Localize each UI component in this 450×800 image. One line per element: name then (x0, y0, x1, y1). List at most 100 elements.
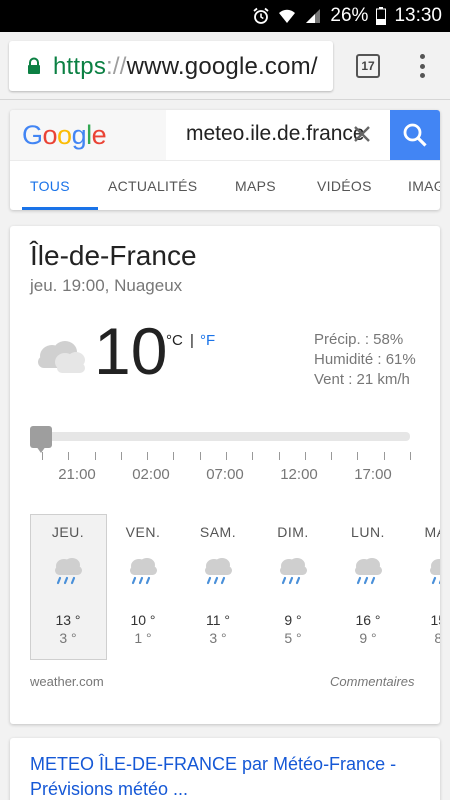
forecast-low: 3 ° (59, 630, 77, 646)
humidity: Humidité : 61% (314, 351, 416, 368)
rain-icon (426, 556, 440, 586)
forecast-low: 3 ° (209, 630, 227, 646)
active-tab-indicator (22, 207, 98, 210)
search-result-card: METEO ÎLE-DE-FRANCE par Météo-France - P… (10, 738, 440, 800)
timeline-tick (410, 452, 411, 460)
rain-icon (126, 556, 160, 586)
dot-icon (419, 73, 425, 78)
url-host: www.google.com/ (126, 53, 318, 80)
timeline-time-label: 02:00 (132, 466, 170, 483)
timeline-tick (278, 452, 280, 460)
weather-location: Île-de-France (30, 240, 197, 271)
forecast-high: 10 ° (130, 612, 156, 628)
tab-images[interactable]: IMAGES (408, 178, 440, 194)
rain-icon (201, 556, 235, 586)
rain-icon (51, 556, 85, 586)
forecast-low: 8 ° (434, 630, 440, 646)
search-icon (403, 123, 427, 147)
url-text: https://www.google.com/ (53, 53, 318, 81)
search-button[interactable] (390, 110, 440, 160)
url-separator: :// (106, 53, 127, 80)
search-query: meteo.ile.de.france (186, 122, 365, 145)
timeline-tick (331, 452, 333, 460)
clock: 13:30 (394, 5, 442, 26)
forecast-low: 1 ° (134, 630, 152, 646)
battery-icon (376, 7, 387, 25)
forecast-low: 5 ° (284, 630, 302, 646)
unit-separator: | (190, 332, 194, 349)
tab-count: 17 (361, 59, 375, 73)
tab-all[interactable]: TOUS (30, 178, 70, 194)
browser-toolbar: https://www.google.com/ 17 (0, 32, 450, 100)
forecast-day-name: DIM. (277, 524, 309, 540)
url-scheme: https (53, 53, 107, 80)
logo-letter: g (71, 120, 87, 150)
result-title-link[interactable]: METEO ÎLE-DE-FRANCE par Météo-France - P… (30, 752, 430, 800)
lock-icon (28, 57, 40, 74)
timeline-tick (120, 452, 122, 460)
status-icons: 26% 13:30 (252, 0, 442, 32)
signal-icon (306, 9, 321, 23)
forecast-day-name: MAR. (424, 524, 441, 540)
forecast-high: 16 ° (355, 612, 381, 628)
dot-icon (419, 54, 425, 59)
battery-percent: 26% (330, 5, 369, 26)
logo-letter: G (22, 120, 43, 150)
forecast-day-name: SAM. (199, 524, 237, 540)
timeline-handle[interactable] (30, 426, 52, 448)
timeline-tick (147, 452, 149, 460)
timeline-tick (226, 452, 227, 460)
timeline-time-label: 12:00 (280, 466, 318, 483)
rain-icon (276, 556, 310, 586)
weather-source[interactable]: weather.com (30, 674, 104, 689)
forecast-day-name: JEU. (51, 524, 85, 540)
timeline-track[interactable] (32, 432, 410, 441)
timeline-tick (383, 452, 385, 460)
forecast-high: 13 ° (55, 612, 81, 628)
wifi-icon (279, 9, 296, 23)
logo-letter: o (42, 120, 58, 150)
feedback-link[interactable]: Commentaires (330, 674, 415, 689)
address-bar[interactable]: https://www.google.com/ (9, 41, 333, 91)
unit-celsius[interactable]: °C (166, 332, 183, 349)
logo-letter: e (91, 120, 107, 150)
tab-videos[interactable]: VIDÉOS (317, 178, 372, 194)
forecast-day-name: VEN. (125, 524, 161, 540)
weather-details: Précip. : 58% Humidité : 61% Vent : 21 k… (314, 330, 416, 390)
timeline-tick (304, 452, 306, 460)
timeline-tick (42, 452, 43, 460)
timeline-tick (199, 452, 201, 460)
wind: Vent : 21 km/h (314, 371, 410, 388)
alarm-icon (253, 7, 269, 24)
tab-news[interactable]: ACTUALITÉS (108, 178, 197, 194)
search-card: Google meteo.ile.de.france TOUS ACTUALIT… (10, 110, 440, 210)
timeline-tick (357, 452, 359, 460)
google-logo: Google (22, 120, 107, 151)
timeline-time-label: 21:00 (58, 466, 96, 483)
forecast-day-name: LUN. (351, 524, 385, 540)
forecast-high: 11 ° (205, 612, 231, 628)
precipitation: Précip. : 58% (314, 331, 404, 348)
timeline-handle-pointer (36, 446, 46, 453)
rain-icon (351, 556, 385, 586)
current-temperature: 10 (94, 314, 168, 388)
tab-switcher-button[interactable]: 17 (356, 54, 380, 78)
timeline-tick (252, 452, 254, 460)
dot-icon (419, 63, 425, 69)
weather-card: Île-de-France jeu. 19:00, Nuageux 10 °C … (10, 226, 440, 724)
unit-fahrenheit[interactable]: °F (200, 332, 215, 349)
timeline-time-label: 07:00 (206, 466, 244, 483)
cloudy-icon (38, 341, 85, 373)
status-bar: 26% 13:30 (0, 0, 450, 32)
search-tabs: TOUS ACTUALITÉS MAPS VIDÉOS IMAGES (10, 160, 440, 210)
clear-icon[interactable] (350, 122, 374, 146)
timeline-tick (173, 452, 175, 460)
forecast-high: 15 ° (430, 612, 440, 628)
timeline-tick (68, 452, 70, 460)
timeline-time-label: 17:00 (354, 466, 392, 483)
logo-letter: o (57, 120, 72, 150)
overflow-menu-button[interactable] (410, 52, 434, 80)
google-logo-area[interactable]: Google (10, 110, 166, 160)
forecast-high: 9 ° (284, 612, 302, 628)
tab-maps[interactable]: MAPS (235, 178, 276, 194)
